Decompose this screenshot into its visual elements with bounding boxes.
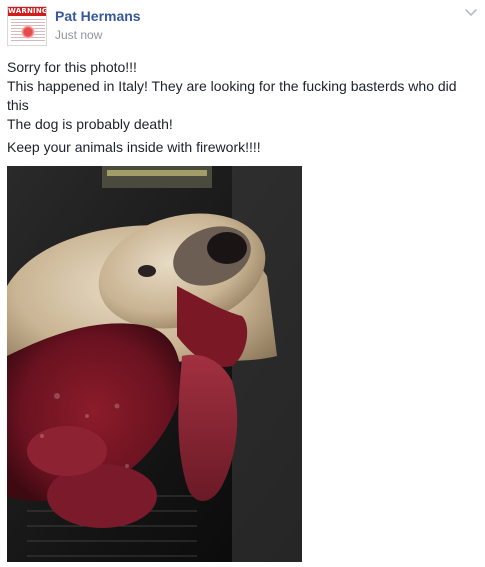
author-name-link[interactable]: Pat Hermans [55,8,141,25]
post-photo[interactable] [7,166,302,562]
avatar[interactable]: WARNING [7,6,47,46]
post-line-4: Keep your animals inside with firework!!… [7,139,261,155]
post-line-1: Sorry for this photo!!! [7,59,137,75]
chevron-down-icon[interactable] [464,8,478,18]
post-line-2: This happened in Italy! They are looking… [7,78,457,113]
avatar-warning-emblem [21,25,35,39]
post-line-3: The dog is probably death! [7,116,173,132]
post-timestamp[interactable]: Just now [55,28,102,43]
injured-dog-photo [7,166,302,562]
avatar-warning-banner: WARNING [8,7,47,16]
feed-post: WARNING Pat Hermans Just now Sorry for t… [0,0,485,567]
post-body-text: Sorry for this photo!!! This happened in… [7,58,477,157]
